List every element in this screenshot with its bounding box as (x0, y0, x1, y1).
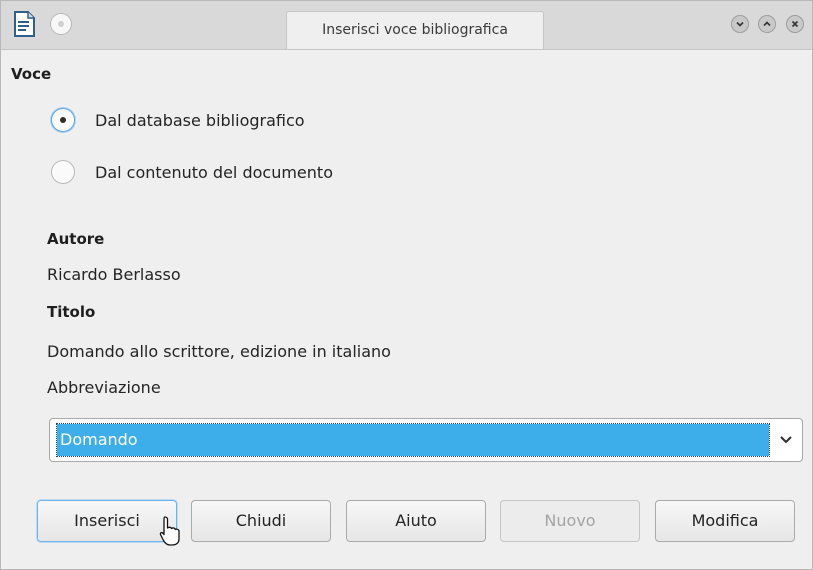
edit-button[interactable]: Modifica (655, 500, 795, 542)
help-button[interactable]: Aiuto (346, 500, 486, 542)
new-button[interactable]: Nuovo (500, 500, 640, 542)
close-button[interactable]: Chiudi (191, 500, 331, 542)
close-icon[interactable] (786, 15, 804, 33)
insert-button[interactable]: Inserisci (37, 500, 177, 542)
radio-label: Dal database bibliografico (95, 110, 305, 130)
radio-button-checked[interactable] (51, 108, 75, 132)
document-icon[interactable] (13, 11, 35, 37)
chevron-down-icon[interactable] (778, 431, 794, 447)
title-label: Titolo (47, 303, 96, 321)
short-name-dropdown[interactable]: Domando (49, 418, 803, 462)
radio-from-document[interactable]: Dal contenuto del documento (51, 160, 333, 184)
minimize-icon[interactable] (731, 15, 749, 33)
maximize-icon[interactable] (758, 15, 776, 33)
radio-button-unchecked[interactable] (51, 160, 75, 184)
window-menu-icon[interactable] (50, 13, 72, 35)
radio-label: Dal contenuto del documento (95, 162, 333, 182)
radio-from-database[interactable]: Dal database bibliografico (51, 108, 305, 132)
mouse-pointer-icon (159, 515, 183, 547)
author-label: Autore (47, 230, 105, 248)
titlebar[interactable]: Inserisci voce bibliografica (1, 1, 812, 50)
short-name-selected-value[interactable]: Domando (56, 423, 770, 457)
window-title: Inserisci voce bibliografica (286, 11, 544, 49)
title-value: Domando allo scrittore, edizione in ital… (47, 342, 391, 361)
author-value: Ricardo Berlasso (47, 265, 181, 284)
entry-section-label: Voce (11, 65, 52, 83)
dialog-window: Inserisci voce bibliografica Voce Dal da… (0, 0, 813, 570)
short-name-label: Abbreviazione (47, 378, 161, 397)
